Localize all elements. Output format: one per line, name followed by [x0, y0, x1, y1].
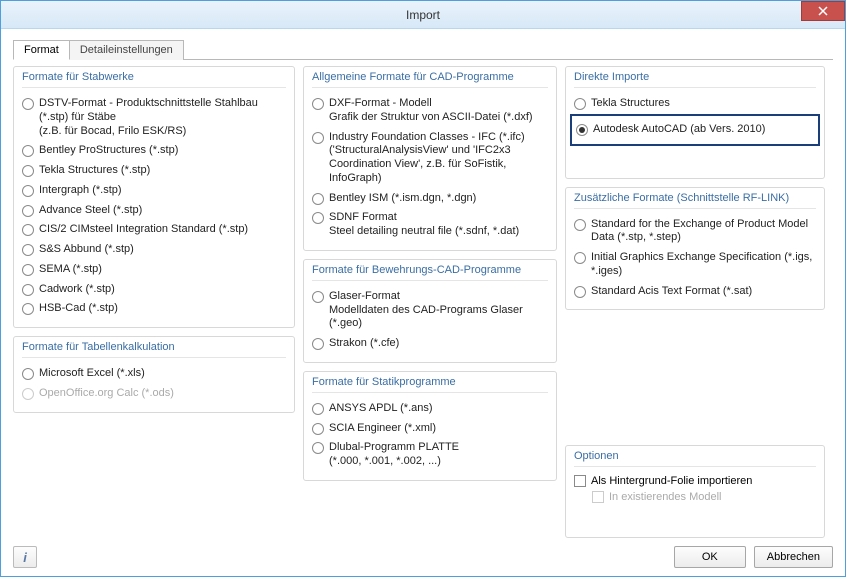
radio-icon — [22, 244, 34, 256]
radio-ansys[interactable]: ANSYS APDL (*.ans) — [312, 399, 548, 419]
tab-bar: Format Detaileinstellungen — [13, 39, 833, 60]
group-title-spread: Formate für Tabellenkalkulation — [22, 341, 286, 358]
radio-icon — [22, 368, 34, 380]
radio-icon — [574, 252, 586, 264]
radio-ifc[interactable]: Industry Foundation Classes - IFC (*.ifc… — [312, 128, 548, 189]
group-statik: Formate für Statikprogramme ANSYS APDL (… — [303, 371, 557, 481]
radio-hsb-cad[interactable]: HSB-Cad (*.stp) — [22, 299, 286, 319]
radio-tekla-direct[interactable]: Tekla Structures — [574, 94, 816, 114]
radio-icon — [22, 205, 34, 217]
radio-icon — [312, 403, 324, 415]
radio-sat[interactable]: Standard Acis Text Format (*.sat) — [574, 282, 816, 302]
radio-icon — [312, 193, 324, 205]
close-icon — [818, 6, 828, 16]
group-title-cad: Allgemeine Formate für CAD-Programme — [312, 71, 548, 88]
radio-strakon[interactable]: Strakon (*.cfe) — [312, 334, 548, 354]
ok-button[interactable]: OK — [674, 546, 746, 568]
radio-cadwork[interactable]: Cadwork (*.stp) — [22, 280, 286, 300]
radio-icon — [22, 303, 34, 315]
cancel-button[interactable]: Abbrechen — [754, 546, 833, 568]
radio-step[interactable]: Standard for the Exchange of Product Mod… — [574, 215, 816, 249]
radio-iges[interactable]: Initial Graphics Exchange Specification … — [574, 248, 816, 282]
help-icon: i — [23, 550, 27, 565]
radio-icon — [574, 98, 586, 110]
radio-bentley-pro[interactable]: Bentley ProStructures (*.stp) — [22, 141, 286, 161]
radio-sdnf[interactable]: SDNF FormatSteel detailing neutral file … — [312, 208, 548, 242]
group-title-statik: Formate für Statikprogramme — [312, 376, 548, 393]
radio-icon — [576, 124, 588, 136]
radio-icon — [312, 423, 324, 435]
radio-icon — [22, 185, 34, 197]
group-title-opt: Optionen — [574, 450, 816, 467]
radio-glaser[interactable]: Glaser-FormatModelldaten des CAD-Program… — [312, 287, 548, 334]
radio-bentley-ism[interactable]: Bentley ISM (*.ism.dgn, *.dgn) — [312, 189, 548, 209]
group-stabwerke: Formate für Stabwerke DSTV-Format - Prod… — [13, 66, 295, 328]
radio-ss-abbund[interactable]: S&S Abbund (*.stp) — [22, 240, 286, 260]
radio-icon — [312, 98, 324, 110]
radio-excel[interactable]: Microsoft Excel (*.xls) — [22, 364, 286, 384]
close-button[interactable] — [801, 1, 845, 21]
radio-icon — [22, 284, 34, 296]
checkbox-icon — [574, 475, 586, 487]
radio-icon — [22, 165, 34, 177]
radio-cis2[interactable]: CIS/2 CIMsteel Integration Standard (*.s… — [22, 220, 286, 240]
group-options: Optionen Als Hintergrund-Folie importier… — [565, 445, 825, 538]
radio-icon — [22, 264, 34, 276]
radio-icon — [22, 224, 34, 236]
radio-icon — [22, 98, 34, 110]
radio-icon — [312, 442, 324, 454]
radio-dstv[interactable]: DSTV-Format - Produktschnittstelle Stahl… — [22, 94, 286, 141]
radio-tekla-stp[interactable]: Tekla Structures (*.stp) — [22, 161, 286, 181]
radio-advance-steel[interactable]: Advance Steel (*.stp) — [22, 201, 286, 221]
group-title-direct: Direkte Importe — [574, 71, 816, 88]
group-cad: Allgemeine Formate für CAD-Programme DXF… — [303, 66, 557, 251]
radio-icon — [22, 388, 34, 400]
group-rebar: Formate für Bewehrungs-CAD-Programme Gla… — [303, 259, 557, 363]
group-direct: Direkte Importe Tekla Structures Autodes… — [565, 66, 825, 179]
import-dialog: Import Format Detaileinstellungen Format… — [0, 0, 846, 577]
help-button[interactable]: i — [13, 546, 37, 568]
radio-icon — [312, 212, 324, 224]
group-title-link: Zusätzliche Formate (Schnittstelle RF-LI… — [574, 192, 816, 209]
radio-platte[interactable]: Dlubal-Programm PLATTE(*.000, *.001, *.0… — [312, 438, 548, 472]
radio-icon — [22, 145, 34, 157]
checkbox-background[interactable]: Als Hintergrund-Folie importieren — [574, 473, 816, 489]
radio-openoffice: OpenOffice.org Calc (*.ods) — [22, 384, 286, 404]
group-link: Zusätzliche Formate (Schnittstelle RF-LI… — [565, 187, 825, 311]
group-title-rebar: Formate für Bewehrungs-CAD-Programme — [312, 264, 548, 281]
tab-format[interactable]: Format — [13, 40, 70, 60]
radio-sema[interactable]: SEMA (*.stp) — [22, 260, 286, 280]
radio-icon — [312, 291, 324, 303]
window-title: Import — [1, 8, 845, 22]
group-spreadsheet: Formate für Tabellenkalkulation Microsof… — [13, 336, 295, 413]
radio-dxf[interactable]: DXF-Format - ModellGrafik der Struktur v… — [312, 94, 548, 128]
radio-icon — [312, 338, 324, 350]
radio-autocad[interactable]: Autodesk AutoCAD (ab Vers. 2010) — [576, 120, 814, 140]
checkbox-icon — [592, 491, 604, 503]
radio-icon — [574, 219, 586, 231]
radio-intergraph[interactable]: Intergraph (*.stp) — [22, 181, 286, 201]
radio-scia[interactable]: SCIA Engineer (*.xml) — [312, 419, 548, 439]
titlebar: Import — [1, 1, 845, 29]
radio-icon — [312, 132, 324, 144]
radio-icon — [574, 286, 586, 298]
tab-details[interactable]: Detaileinstellungen — [69, 40, 184, 60]
group-title-stab: Formate für Stabwerke — [22, 71, 286, 88]
checkbox-existing: In existierendes Modell — [574, 489, 816, 505]
